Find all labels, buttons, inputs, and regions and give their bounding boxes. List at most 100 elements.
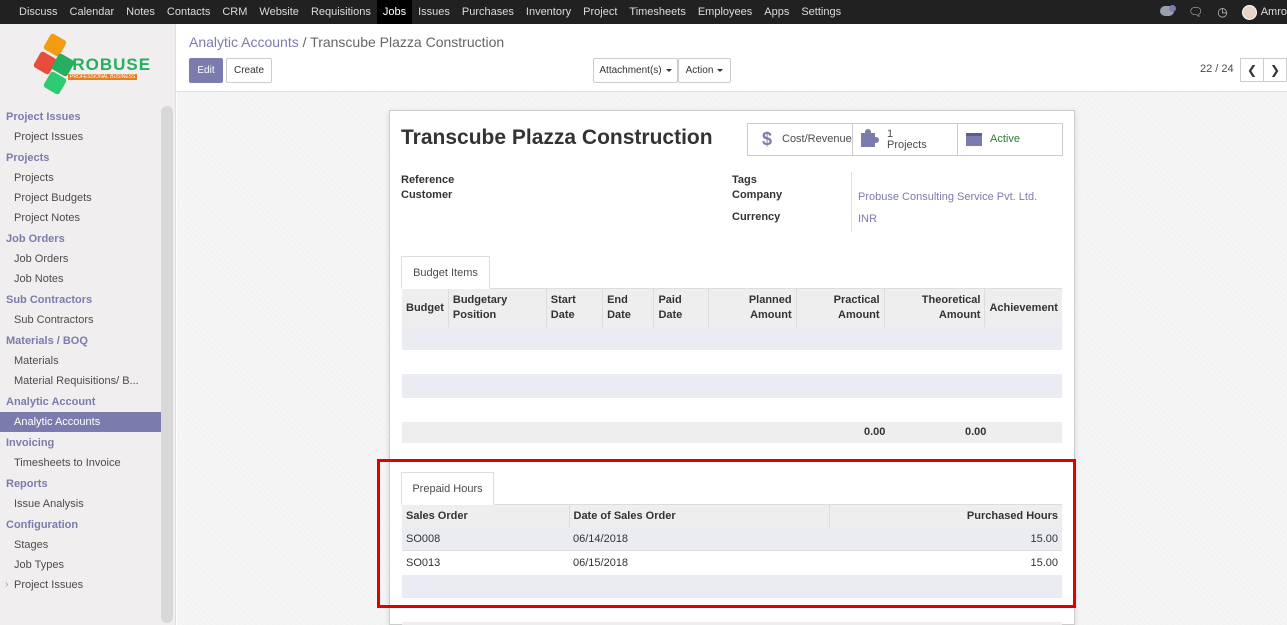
menu-project[interactable]: Project (577, 0, 623, 24)
sidebar-item-analytic-accounts[interactable]: Analytic Accounts (0, 412, 161, 432)
chat-icon[interactable]: 🗨 (1188, 5, 1203, 19)
chevron-left-icon: ❮ (1246, 63, 1258, 77)
breadcrumb-parent[interactable]: Analytic Accounts (189, 34, 299, 50)
section-materials-boq: Materials / BOQ (6, 335, 88, 347)
total-practical-amount: 0.00 (864, 426, 886, 438)
menu-discuss[interactable]: Discuss (13, 0, 64, 24)
section-configuration: Configuration (6, 519, 79, 531)
sidebar-item-config-project-issues[interactable]: Project Issues (0, 575, 161, 595)
cost-revenue-label: Cost/Revenue (782, 133, 852, 145)
col-planned-amount[interactable]: Planned Amount (707, 289, 797, 327)
col-achievement[interactable]: Achievement (984, 289, 1062, 327)
sidebar-item-job-types[interactable]: Job Types (0, 555, 161, 575)
action-dropdown[interactable]: Action (678, 58, 731, 83)
table-row (402, 350, 1062, 374)
table-header-row: Budget Budgetary Position Start Date End Da… (402, 289, 1062, 327)
budget-items-table: Budget Budgetary Position Start Date End Da… (402, 289, 1062, 327)
sidebar-item-job-notes[interactable]: Job Notes (0, 269, 161, 289)
attachments-dropdown[interactable]: Attachment(s) (593, 58, 678, 83)
menu-purchases[interactable]: Purchases (456, 0, 520, 24)
breadcrumb-current: Transcube Plazza Construction (310, 34, 505, 50)
avatar[interactable] (1241, 4, 1257, 20)
sidebar-item-materials[interactable]: Materials (0, 351, 161, 371)
chevron-right-icon: ❯ (1269, 63, 1281, 77)
active-toggle-button[interactable]: Active (957, 123, 1063, 156)
projects-stat-button[interactable]: 1 Projects (852, 123, 958, 156)
field-separator (851, 172, 852, 232)
create-button[interactable]: Create (226, 58, 272, 83)
archive-icon (966, 133, 982, 146)
menu-crm[interactable]: CRM (216, 0, 253, 24)
menu-requisitions[interactable]: Requisitions (305, 0, 377, 24)
currency-label: Currency (732, 211, 781, 223)
menu-website[interactable]: Website (253, 0, 305, 24)
company-value[interactable]: Probuse Consulting Service Pvt. Ltd. (858, 191, 1037, 203)
menu-contacts[interactable]: Contacts (161, 0, 216, 24)
user-name[interactable]: Amro (1261, 6, 1287, 18)
breadcrumb: Analytic Accounts / Transcube Plazza Con… (189, 34, 504, 50)
sidebar-item-project-budgets[interactable]: Project Budgets (0, 188, 161, 208)
table-row (402, 374, 1062, 398)
section-sub-contractors: Sub Contractors (6, 294, 93, 306)
company-label: Company (732, 189, 783, 201)
active-label: Active (990, 133, 1020, 145)
menu-notes[interactable]: Notes (120, 0, 161, 24)
sidebar-item-project-notes[interactable]: Project Notes (0, 208, 161, 228)
puzzle-icon (861, 128, 879, 147)
table-footer-row (402, 422, 1062, 443)
col-budgetary-position[interactable]: Budgetary Position (447, 289, 547, 327)
menu-settings[interactable]: Settings (795, 0, 847, 24)
col-budget[interactable]: Budget (402, 289, 449, 327)
menu-apps[interactable]: Apps (758, 0, 795, 24)
tab-budget-items[interactable]: Budget Items (401, 256, 490, 289)
company-logo: PROBUSE PROFESSIONAL BUSINESS (32, 32, 150, 98)
clock-icon[interactable]: ◷ (1217, 5, 1227, 19)
menu-calendar[interactable]: Calendar (64, 0, 121, 24)
menu-timesheets[interactable]: Timesheets (623, 0, 691, 24)
pager-next-button[interactable]: ❯ (1263, 58, 1287, 82)
record-title: Transcube Plazza Construction (401, 126, 713, 149)
sidebar-scrollbar[interactable] (161, 106, 173, 623)
reference-label: Reference (401, 174, 455, 186)
sidebar-item-issue-analysis[interactable]: Issue Analysis (0, 494, 161, 514)
section-reports: Reports (6, 478, 48, 490)
customer-label: Customer (401, 189, 453, 201)
breadcrumb-separator: / (302, 34, 307, 50)
sidebar: PROBUSE PROFESSIONAL BUSINESS Project Is… (0, 24, 176, 625)
section-projects: Projects (6, 152, 50, 164)
menu-jobs[interactable]: Jobs (376, 0, 413, 24)
sidebar-item-material-requisitions[interactable]: Material Requisitions/ B... (0, 371, 161, 391)
attachments-label: Attachment(s) (599, 65, 662, 76)
activity-toggle-icon[interactable] (1160, 5, 1176, 19)
total-theoretical-amount: 0.00 (965, 426, 987, 438)
tags-label: Tags (732, 174, 757, 186)
menu-employees[interactable]: Employees (692, 0, 758, 24)
projects-count: 1 (887, 127, 894, 140)
col-start-date[interactable]: Start Date (545, 289, 603, 327)
sidebar-item-sub-contractors[interactable]: Sub Contractors (0, 310, 161, 330)
cost-revenue-button[interactable]: $ Cost/Revenue (747, 123, 853, 156)
section-project-issues: Project Issues (6, 111, 81, 123)
chevron-down-icon (662, 65, 672, 76)
chevron-down-icon (713, 65, 723, 76)
action-label: Action (685, 65, 714, 76)
menu-issues[interactable]: Issues (412, 0, 456, 24)
col-practical-amount[interactable]: Practical Amount (795, 289, 885, 327)
pager-value[interactable]: 22 / 24 (1200, 63, 1234, 75)
dollar-icon: $ (761, 129, 772, 149)
sidebar-item-job-orders[interactable]: Job Orders (0, 249, 161, 269)
menu-inventory[interactable]: Inventory (520, 0, 577, 24)
sidebar-item-projects[interactable]: Projects (0, 168, 161, 188)
sidebar-item-project-issues[interactable]: Project Issues (0, 127, 161, 147)
col-theoretical-amount[interactable]: Theoretical Amount (883, 289, 985, 327)
currency-value[interactable]: INR (858, 213, 877, 225)
sidebar-item-stages[interactable]: Stages (0, 535, 161, 555)
top-navbar: Discuss Calendar Notes Contacts CRM Webs… (0, 0, 1287, 24)
sidebar-item-timesheets-to-invoice[interactable]: Timesheets to Invoice (0, 453, 161, 473)
sidebar-nav: Project Issues Project Issues Projects P… (0, 106, 161, 595)
edit-button[interactable]: Edit (189, 58, 223, 83)
col-end-date[interactable]: End Date (602, 289, 654, 327)
projects-stat-text: 1 Projects (887, 127, 927, 151)
col-paid-date[interactable]: Paid Date (653, 289, 709, 327)
pager-previous-button[interactable]: ❮ (1240, 58, 1264, 82)
